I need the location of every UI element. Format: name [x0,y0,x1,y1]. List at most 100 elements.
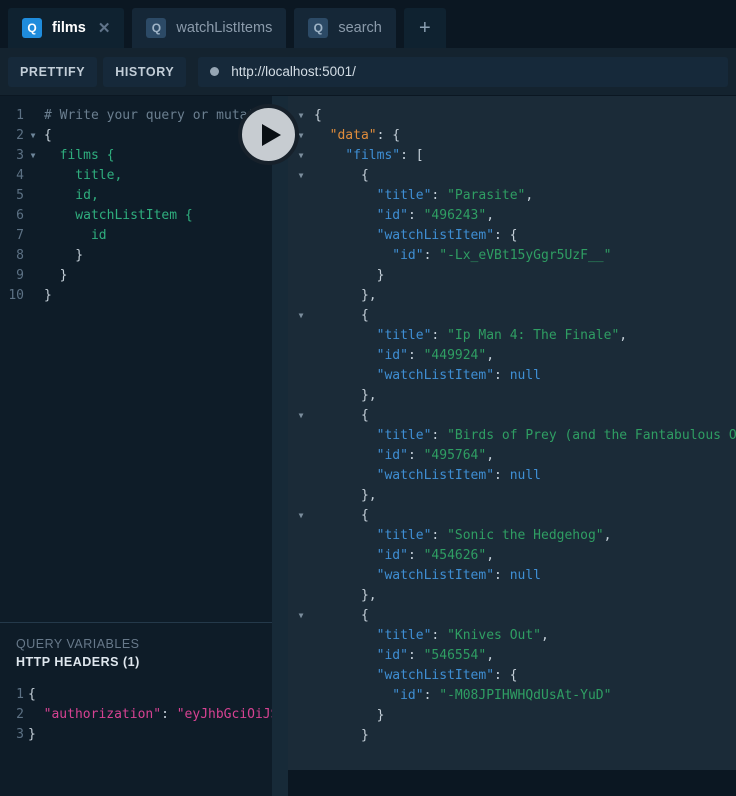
fold-arrow-icon[interactable]: ▼ [28,146,38,166]
fold-arrow-icon[interactable]: ▼ [288,166,314,186]
graphql-icon: Q [146,18,167,38]
editor-line: 5 id, [0,186,272,206]
graphql-icon: Q [308,18,329,38]
response-line-text: "watchListItem": null [376,368,541,383]
fold-arrow-icon[interactable]: ▼ [288,506,314,526]
tab-search[interactable]: Q search [294,8,396,48]
query-editor-code[interactable]: 1 # Write your query or mutation here 2 ▼ {3… [0,96,272,306]
line-number: 3 [16,727,24,742]
response-line: ▼ { [288,606,736,626]
editor-line-text: # Write your query or mutation here [44,108,272,123]
http-headers-code[interactable]: 1{2 "authorization": "eyJhbGciOiJSUzI1Ni… [0,671,272,745]
toolbar: PRETTIFY HISTORY http://localhost:5001/ [0,48,736,96]
line-number: 2 [16,707,24,722]
line-number: 4 [16,168,24,183]
editor-line-text: { [44,128,52,143]
tab-watchlistitems[interactable]: Q watchListItems [132,8,287,48]
response-line: }, [288,486,736,506]
query-editor[interactable]: 1 # Write your query or mutation here 2 ▼ {3… [0,96,272,622]
response-line: "id": "-Lx_eVBt15yGgr5UzF__" [288,246,736,266]
response-line: "id": "495764", [288,446,736,466]
fold-arrow-icon[interactable]: ▼ [28,126,38,146]
response-line-text: "watchListItem": { [376,228,518,243]
editor-line-text: } [44,268,68,283]
response-line: "title": "Parasite", [288,186,736,206]
response-line-text: "title": "Parasite", [376,188,534,203]
prettify-button[interactable]: PRETTIFY [8,56,98,87]
response-line-text: { [314,108,322,123]
response-line-text: "title": "Birds of Prey (and the Fantabu… [376,428,736,443]
new-tab-button[interactable]: + [403,8,446,48]
graphql-icon: Q [22,18,42,38]
fold-arrow-icon[interactable]: ▼ [288,406,314,426]
response-line-text: "id": "495764", [376,448,495,463]
execute-query-button[interactable] [238,104,299,165]
editor-line-text: title, [44,168,123,183]
variables-panel-tabs: QUERY VARIABLES HTTP HEADERS (1) [0,623,272,671]
fold-arrow-icon[interactable]: ▼ [288,606,314,626]
response-line-text: "title": "Ip Man 4: The Finale", [376,328,628,343]
tab-http-headers[interactable]: HTTP HEADERS (1) [16,653,272,671]
response-line: }, [288,586,736,606]
response-line-text: "id": "449924", [376,348,495,363]
tab-query-variables[interactable]: QUERY VARIABLES [16,635,272,653]
endpoint-url-input[interactable]: http://localhost:5001/ [198,56,728,87]
editor-line-text: } [44,248,84,263]
response-line: } [288,726,736,746]
response-line: "id": "449924", [288,346,736,366]
line-number: 3 [16,148,24,163]
response-line: ▼{ [288,106,736,126]
editor-line-text: } [44,288,52,303]
editor-line: 1 # Write your query or mutation here [0,106,272,126]
response-line-text: { [314,608,369,623]
response-line-text: "watchListItem": { [376,668,518,683]
variables-panel[interactable]: QUERY VARIABLES HTTP HEADERS (1) 1{2 "au… [0,622,272,796]
response-line: ▼ "films": [ [288,146,736,166]
response-viewer[interactable]: ▼{▼ "data": {▼ "films": [▼ { "title": "P… [288,96,736,770]
line-number: 8 [16,248,24,263]
response-line-text: { [314,168,369,183]
line-number: 5 [16,188,24,203]
response-line: ▼ { [288,406,736,426]
line-number: 7 [16,228,24,243]
editor-line: 2 ▼ { [0,126,272,146]
fold-arrow-icon[interactable]: ▼ [288,306,314,326]
history-button[interactable]: HISTORY [103,56,187,87]
response-line: ▼ { [288,306,736,326]
response-line-text: }, [314,388,377,403]
response-line: "title": "Sonic the Hedgehog", [288,526,736,546]
response-line-text: "id": "546554", [376,648,495,663]
close-icon[interactable]: ✕ [98,21,111,36]
response-json: ▼{▼ "data": {▼ "films": [▼ { "title": "P… [288,96,736,746]
line-number: 6 [16,208,24,223]
pane-divider[interactable] [272,96,288,796]
endpoint-url-text: http://localhost:5001/ [231,64,356,79]
response-line-text: } [314,728,369,743]
play-icon [261,123,281,146]
tab-films[interactable]: Q films ✕ [8,8,125,48]
response-line-text: "watchListItem": null [376,568,541,583]
editor-line: 4 title, [0,166,272,186]
response-line: "id": "-M08JPIHWHQdUsAt-YuD" [288,686,736,706]
status-dot-icon [210,67,220,76]
response-line: "title": "Ip Man 4: The Finale", [288,326,736,346]
line-number: 1 [16,108,24,123]
response-line: "title": "Knives Out", [288,626,736,646]
response-line: "watchListItem": { [288,226,736,246]
response-line: "id": "546554", [288,646,736,666]
headers-line: 1{ [0,685,272,705]
